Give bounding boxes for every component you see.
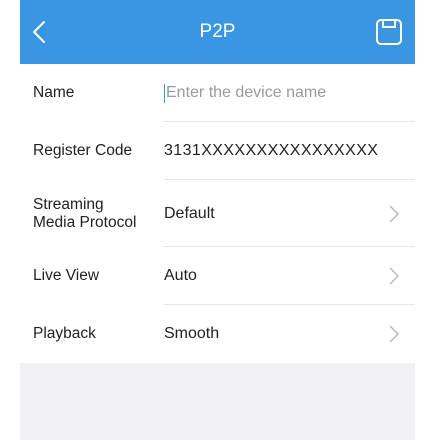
text-cursor	[164, 83, 165, 103]
device-settings-screen: P2P Name Register Code 3131XXXXXXXXXXXXX…	[20, 0, 415, 440]
name-label: Name	[33, 84, 75, 101]
streaming-protocol-row[interactable]: Streaming Media Protocol Default	[20, 180, 415, 247]
streaming-protocol-label-line2: Media Protocol	[33, 213, 137, 231]
save-icon	[376, 19, 402, 45]
streaming-protocol-label: Streaming Media Protocol	[33, 180, 136, 247]
device-form: Name Register Code 3131XXXXXXXXXXXXXXXX …	[20, 64, 415, 363]
page-title: P2P	[199, 21, 236, 42]
live-view-row[interactable]: Live View Auto	[20, 247, 415, 305]
chevron-right-icon	[389, 205, 399, 222]
streaming-protocol-value: Default	[164, 204, 215, 222]
chevron-left-icon	[33, 21, 45, 43]
playback-label: Playback	[33, 325, 96, 342]
register-code-label: Register Code	[33, 142, 133, 159]
live-view-value: Auto	[164, 267, 197, 284]
name-row: Name	[20, 64, 415, 122]
back-button[interactable]	[24, 12, 60, 52]
playback-value: Smooth	[164, 325, 220, 342]
register-code-value: 3131XXXXXXXXXXXXXXXX	[164, 142, 379, 159]
save-button[interactable]	[373, 16, 405, 48]
chevron-right-icon	[389, 267, 399, 285]
live-view-label: Live View	[33, 267, 100, 284]
register-code-row: Register Code 3131XXXXXXXXXXXXXXXX	[20, 122, 415, 180]
streaming-protocol-label-line1: Streaming	[33, 195, 104, 213]
header-bar: P2P	[20, 0, 415, 64]
device-name-input[interactable]	[166, 84, 396, 102]
chevron-right-icon	[389, 325, 399, 343]
playback-row[interactable]: Playback Smooth	[20, 305, 415, 363]
